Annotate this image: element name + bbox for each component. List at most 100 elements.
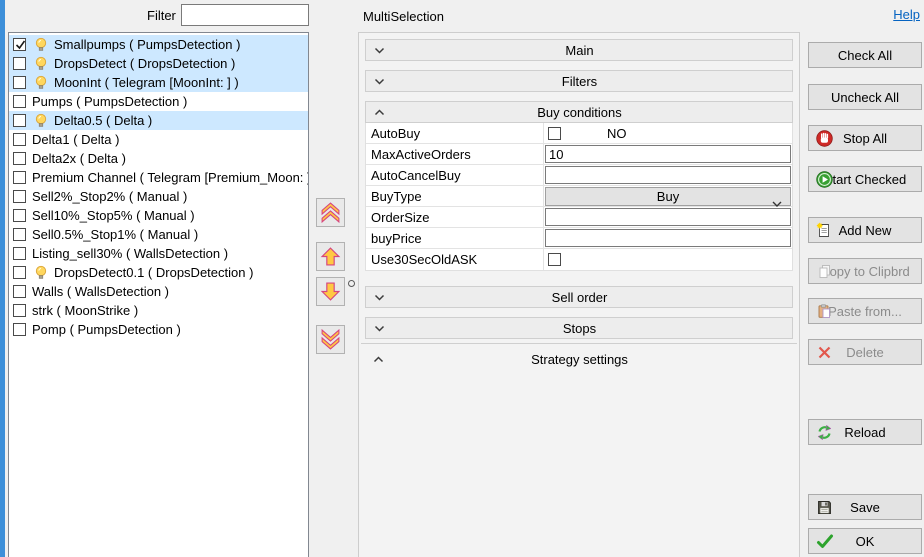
section-buy-conditions-label: Buy conditions [537,104,622,120]
strategy-list-item[interactable]: Delta2x ( Delta ) [9,149,308,168]
field-row-buytype: BuyType Buy [366,186,792,207]
add-new-button[interactable]: Add New [808,217,922,243]
down-arrow-icon [320,282,341,301]
strategy-list-item[interactable]: DropsDetect0.1 ( DropsDetection ) [9,263,308,282]
strategy-checkbox[interactable] [13,285,26,298]
strategy-label: strk ( MoonStrike ) [32,303,139,318]
strategy-label: Sell2%_Stop2% ( Manual ) [32,189,188,204]
section-main[interactable]: Main [365,39,793,61]
strategy-list-item[interactable]: strk ( MoonStrike ) [9,301,308,320]
buyprice-input[interactable] [545,229,791,247]
strategy-checkbox[interactable] [13,76,26,89]
strategy-checkbox[interactable] [13,304,26,317]
strategy-list[interactable]: Smallpumps ( PumpsDetection ) DropsDetec… [8,32,309,557]
field-label: buyPrice [366,228,544,248]
move-bottom-button[interactable] [316,325,345,354]
copy-to-clipboard-button[interactable]: Copy to Clipbrd [808,258,922,284]
strategy-list-item[interactable]: MoonInt ( Telegram [MoonInt: ] ) [9,73,308,92]
strategy-list-item[interactable]: Premium Channel ( Telegram [Premium_Moon… [9,168,308,187]
delete-button[interactable]: Delete [808,339,922,365]
field-row-use30secoldask: Use30SecOldASK [366,249,792,270]
strategy-label: Sell0.5%_Stop1% ( Manual ) [32,227,199,242]
strategy-checkbox[interactable] [13,266,26,279]
field-label: AutoBuy [366,123,544,143]
ok-button[interactable]: OK [808,528,922,554]
move-top-button[interactable] [316,198,345,227]
up-arrow-icon [320,247,341,266]
chevron-down-icon [374,47,385,54]
strategy-checkbox[interactable] [13,133,26,146]
section-sell-order[interactable]: Sell order [365,286,793,308]
autocancelbuy-input[interactable] [545,166,791,184]
strategy-list-item[interactable]: Walls ( WallsDetection ) [9,282,308,301]
maxactiveorders-input[interactable] [545,145,791,163]
strategy-checkbox[interactable] [13,323,26,336]
field-row-autobuy: AutoBuy NO [366,123,792,144]
reload-button[interactable]: Reload [808,419,922,445]
strategy-list-item[interactable]: Listing_sell30% ( WallsDetection ) [9,244,308,263]
double-up-arrow-icon [321,202,340,223]
stop-all-button[interactable]: Stop All [808,125,922,151]
use30secoldask-checkbox[interactable] [548,253,561,266]
strategy-label: Smallpumps ( PumpsDetection ) [54,37,241,52]
floppy-disk-icon [816,499,833,516]
strategy-checkbox[interactable] [13,57,26,70]
start-checked-button[interactable]: Start Checked [808,166,922,192]
field-row-ordersize: OrderSize [366,207,792,228]
strategy-checkbox[interactable] [13,228,26,241]
section-strategy-settings[interactable]: Strategy settings [365,348,793,370]
red-x-icon [816,344,833,361]
new-document-icon [816,222,833,239]
strategy-checkbox[interactable] [13,95,26,108]
strategy-checkbox[interactable] [13,247,26,260]
buy-conditions-grid: AutoBuy NO MaxActiveOrders AutoCancelBuy… [365,123,793,271]
buytype-dropdown[interactable]: Buy [545,187,791,207]
autobuy-checkbox[interactable] [548,126,561,140]
window-accent-edge [0,0,5,557]
strategy-list-item[interactable]: Sell0.5%_Stop1% ( Manual ) [9,225,308,244]
strategy-label: DropsDetect ( DropsDetection ) [54,56,236,71]
field-row-maxactiveorders: MaxActiveOrders [366,144,792,165]
strategy-checkbox[interactable] [13,114,26,127]
settings-panel: Main Filters Buy conditions AutoBuy NO M… [358,32,800,557]
section-sell-order-label: Sell order [551,289,608,305]
bulb-icon [34,265,48,280]
filter-input[interactable] [181,4,309,26]
chevron-down-icon [374,294,385,301]
section-filters-label: Filters [561,73,598,89]
move-up-button[interactable] [316,242,345,271]
strategy-label: Delta0.5 ( Delta ) [54,113,153,128]
move-down-button[interactable] [316,277,345,306]
strategy-label: Walls ( WallsDetection ) [32,284,170,299]
strategy-list-item[interactable]: Smallpumps ( PumpsDetection ) [9,35,308,54]
bulb-icon [34,75,48,90]
strategy-checkbox[interactable] [13,190,26,203]
bulb-icon [34,37,48,52]
uncheck-all-button[interactable]: Uncheck All [808,84,922,110]
save-button[interactable]: Save [808,494,922,520]
autobuy-value: NO [607,125,627,141]
strategy-list-item[interactable]: Delta1 ( Delta ) [9,130,308,149]
section-filters[interactable]: Filters [365,70,793,92]
strategy-list-item[interactable]: Pomp ( PumpsDetection ) [9,320,308,339]
strategy-list-item[interactable]: Sell10%_Stop5% ( Manual ) [9,206,308,225]
strategy-label: Premium Channel ( Telegram [Premium_Moon… [32,170,309,185]
strategy-checkbox[interactable] [13,171,26,184]
paste-from-button[interactable]: Paste from... [808,298,922,324]
help-link[interactable]: Help [893,7,920,22]
check-all-button[interactable]: Check All [808,42,922,68]
strategy-list-item[interactable]: Pumps ( PumpsDetection ) [9,92,308,111]
section-buy-conditions[interactable]: Buy conditions [365,101,793,123]
strategy-list-item[interactable]: Sell2%_Stop2% ( Manual ) [9,187,308,206]
strategy-checkbox[interactable] [13,209,26,222]
paste-clipboard-icon [816,303,833,320]
strategy-list-item[interactable]: Delta0.5 ( Delta ) [9,111,308,130]
double-down-arrow-icon [321,329,340,350]
reload-arrows-icon [816,424,833,441]
strategy-checkbox[interactable] [13,38,26,51]
section-stops[interactable]: Stops [365,317,793,339]
strategy-list-item[interactable]: DropsDetect ( DropsDetection ) [9,54,308,73]
ordersize-input[interactable] [545,208,791,226]
strategy-checkbox[interactable] [13,152,26,165]
splitter-grip[interactable] [348,280,355,287]
